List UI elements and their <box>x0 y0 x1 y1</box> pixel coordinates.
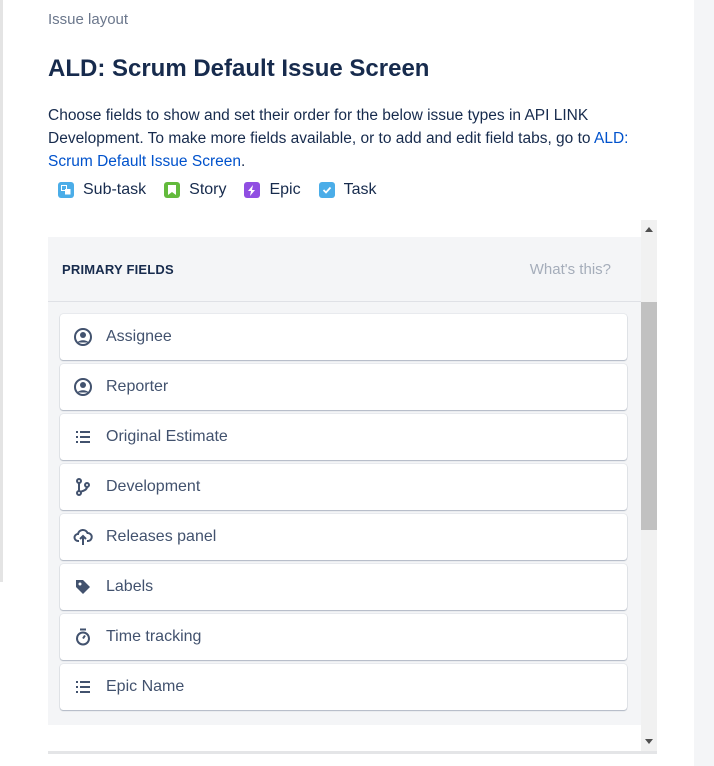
issue-type-label: Task <box>343 181 377 198</box>
field-label: Original Estimate <box>106 428 228 445</box>
list-icon <box>76 431 90 443</box>
field-label: Reporter <box>106 378 169 395</box>
issue-type-subtask: Sub-task <box>58 181 146 199</box>
field-labels[interactable]: Labels <box>60 564 627 610</box>
issue-type-label: Sub-task <box>83 181 147 198</box>
divider <box>48 751 657 754</box>
whats-this-link[interactable]: What's this? <box>530 261 611 278</box>
breadcrumb: Issue layout <box>48 11 129 28</box>
left-border <box>0 0 3 582</box>
field-label: Epic Name <box>106 678 185 695</box>
scroll-down-arrow-icon[interactable] <box>645 739 653 744</box>
field-label: Assignee <box>106 328 172 345</box>
scrollbar-thumb[interactable] <box>641 302 657 530</box>
page-title: ALD: Scrum Default Issue Screen <box>48 55 430 82</box>
primary-fields-panel: PRIMARY FIELDS What's this? Assignee Rep… <box>48 237 641 725</box>
panel-title: PRIMARY FIELDS <box>62 261 174 277</box>
field-reporter[interactable]: Reporter <box>60 364 627 410</box>
list-icon <box>76 681 90 693</box>
field-time-tracking[interactable]: Time tracking <box>60 614 627 660</box>
cloud-upload-icon <box>73 528 93 545</box>
issue-type-epic: Epic <box>244 181 301 199</box>
issue-type-label: Story <box>189 181 227 198</box>
issue-type-label: Epic <box>269 181 301 198</box>
user-icon <box>74 328 92 346</box>
field-assignee[interactable]: Assignee <box>60 314 627 360</box>
field-label: Time tracking <box>106 628 202 645</box>
field-development[interactable]: Development <box>60 464 627 510</box>
description: Choose fields to show and set their orde… <box>48 104 648 173</box>
field-original-estimate[interactable]: Original Estimate <box>60 414 627 460</box>
issue-type-task: Task <box>318 181 377 199</box>
panel-header: PRIMARY FIELDS What's this? <box>48 237 641 302</box>
branch-icon <box>76 478 90 496</box>
field-label: Labels <box>106 578 154 595</box>
field-label: Development <box>106 478 201 495</box>
scroll-up-arrow-icon[interactable] <box>645 227 653 232</box>
stopwatch-icon <box>76 628 90 646</box>
field-epic-name[interactable]: Epic Name <box>60 664 627 710</box>
subtask-icon <box>58 182 74 198</box>
issue-type-story: Story <box>164 181 226 199</box>
field-label: Releases panel <box>106 528 217 545</box>
description-end: . <box>240 153 246 170</box>
issue-types: Sub-task Story Epic Task <box>58 181 377 199</box>
right-pane <box>694 0 714 766</box>
task-icon <box>318 182 335 198</box>
story-icon <box>164 182 181 198</box>
epic-icon <box>244 182 261 198</box>
tag-icon <box>76 580 90 594</box>
description-text: Choose fields to show and set their orde… <box>48 107 594 147</box>
field-releases-panel[interactable]: Releases panel <box>60 514 627 560</box>
scrollbar[interactable] <box>641 220 657 752</box>
user-icon <box>74 378 92 396</box>
